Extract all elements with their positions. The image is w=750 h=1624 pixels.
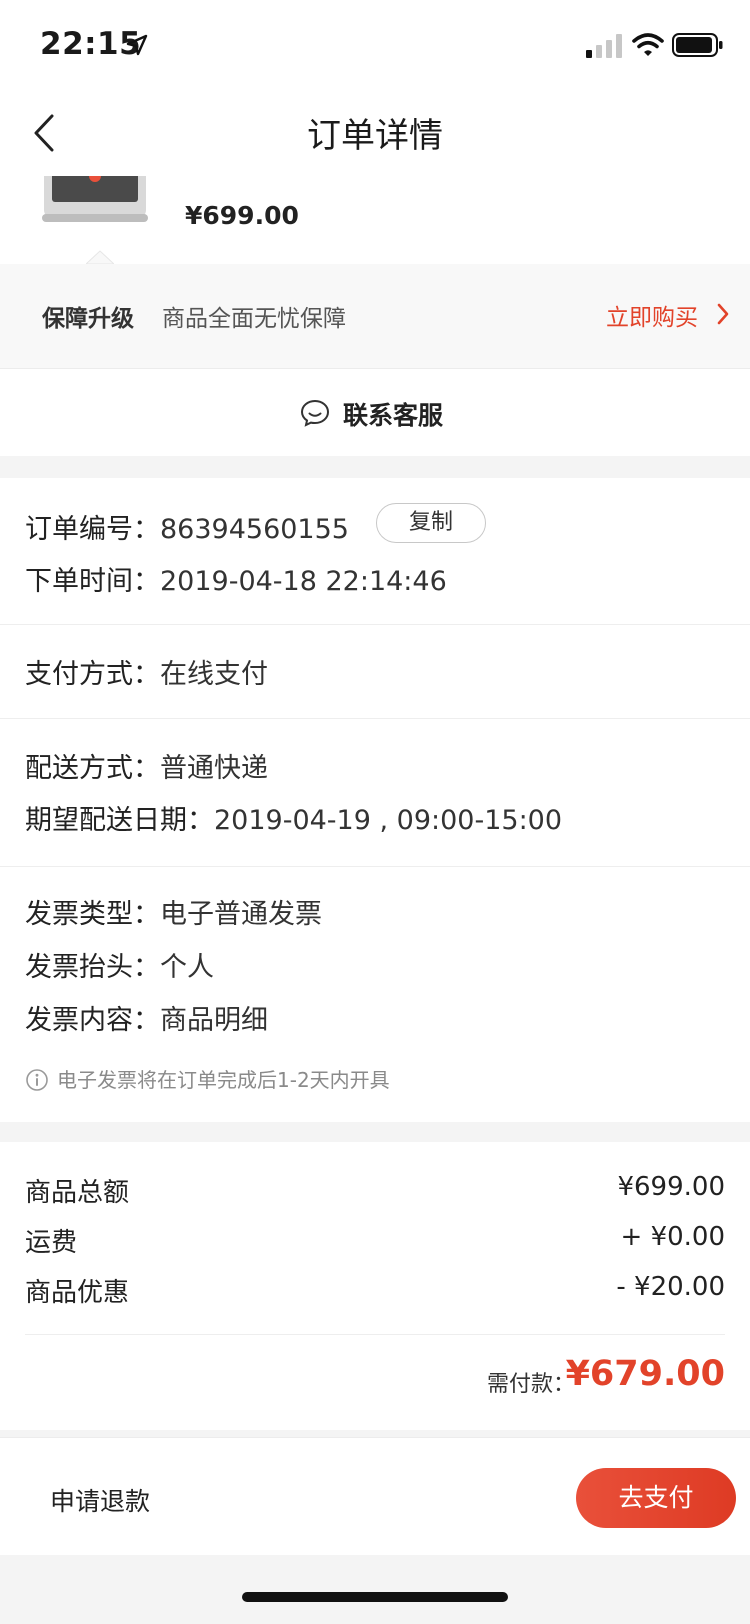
nav-bar: 订单详情 [0,88,750,176]
divider [0,866,750,867]
invoice-note-text: 电子发票将在订单完成后1-2天内开具 [57,1068,390,1092]
delivery-method: 普通快递 [160,753,268,784]
contact-service-button[interactable]: 联系客服 [0,368,750,456]
copy-button[interactable]: 复制 [376,503,486,543]
shipping-value: + ¥0.00 [620,1222,725,1252]
discount-label: 商品优惠 [25,1278,130,1308]
invoice-title: 个人 [160,952,214,983]
buy-now-link[interactable]: 立即购买 [606,298,698,332]
order-time-label: 下单时间： [25,566,160,597]
delivery-method-label: 配送方式： [25,753,160,784]
chat-smile-icon [300,399,330,427]
expected-date: 2019-04-19 , 09:00-15:00 [214,805,563,836]
invoice-type: 电子普通发票 [160,899,322,930]
divider [0,718,750,719]
invoice-title-row: 发票抬头：个人 [25,945,214,984]
product-price: ¥699.00 [185,201,299,230]
location-arrow-icon [126,34,148,56]
status-bar: 22:15 [0,0,750,88]
invoice-type-label: 发票类型： [25,899,160,930]
invoice-content-row: 发票内容：商品明细 [25,998,268,1037]
divider [25,1334,725,1335]
payment-method: 在线支付 [160,659,268,690]
wifi-icon [632,33,664,56]
goods-total-value: ¥699.00 [617,1172,725,1202]
order-time: 2019-04-18 22:14:46 [160,566,447,597]
pay-button[interactable]: 去支付 [576,1468,736,1528]
goods-total-label: 商品总额 [25,1178,130,1208]
invoice-type-row: 发票类型：电子普通发票 [25,892,322,931]
delivery-method-row: 配送方式：普通快递 [25,746,268,785]
discount-value: - ¥20.00 [616,1272,725,1302]
invoice-note: 电子发票将在订单完成后1-2天内开具 [25,1064,390,1093]
order-info-card: 订单编号：86394560155 复制 下单时间：2019-04-18 22:1… [0,478,750,1122]
chevron-right-icon [717,303,729,325]
guarantee-title: 保障升级 [42,306,134,332]
order-number-label: 订单编号： [25,514,160,545]
home-indicator[interactable] [242,1592,508,1602]
invoice-content: 商品明细 [160,1005,268,1036]
battery-icon [672,33,723,57]
expected-date-row: 期望配送日期：2019-04-19 , 09:00-15:00 [25,798,562,837]
product-image [42,176,148,222]
order-number: 86394560155 [160,514,349,545]
home-indicator-area [0,1555,750,1624]
amount-due-label: 需付款： [486,1372,575,1397]
page-title: 订单详情 [307,116,443,156]
payment-method-label: 支付方式： [25,659,160,690]
invoice-content-label: 发票内容： [25,1005,160,1036]
divider [0,624,750,625]
info-icon [26,1069,48,1091]
shipping-label: 运费 [25,1228,78,1258]
amount-due-value: ¥679.00 [565,1354,725,1394]
payment-method-row: 支付方式：在线支付 [25,652,268,691]
guarantee-upgrade[interactable]: 保障升级 商品全面无忧保障 立即购买 [0,264,750,368]
invoice-title-label: 发票抬头： [25,952,160,983]
contact-service-label: 联系客服 [343,401,444,430]
bottom-action-bar: 申请退款 去支付 [0,1437,750,1555]
price-summary-card: 商品总额 ¥699.00 运费 + ¥0.00 商品优惠 - ¥20.00 需付… [0,1142,750,1430]
expected-date-label: 期望配送日期： [25,805,214,836]
cellular-signal-icon [586,34,622,58]
order-time-row: 下单时间：2019-04-18 22:14:46 [25,559,447,598]
caret-pointer [86,250,114,264]
order-number-row: 订单编号：86394560155 [25,507,349,546]
guarantee-desc: 商品全面无忧保障 [162,306,346,332]
refund-button[interactable]: 申请退款 [50,1482,150,1518]
